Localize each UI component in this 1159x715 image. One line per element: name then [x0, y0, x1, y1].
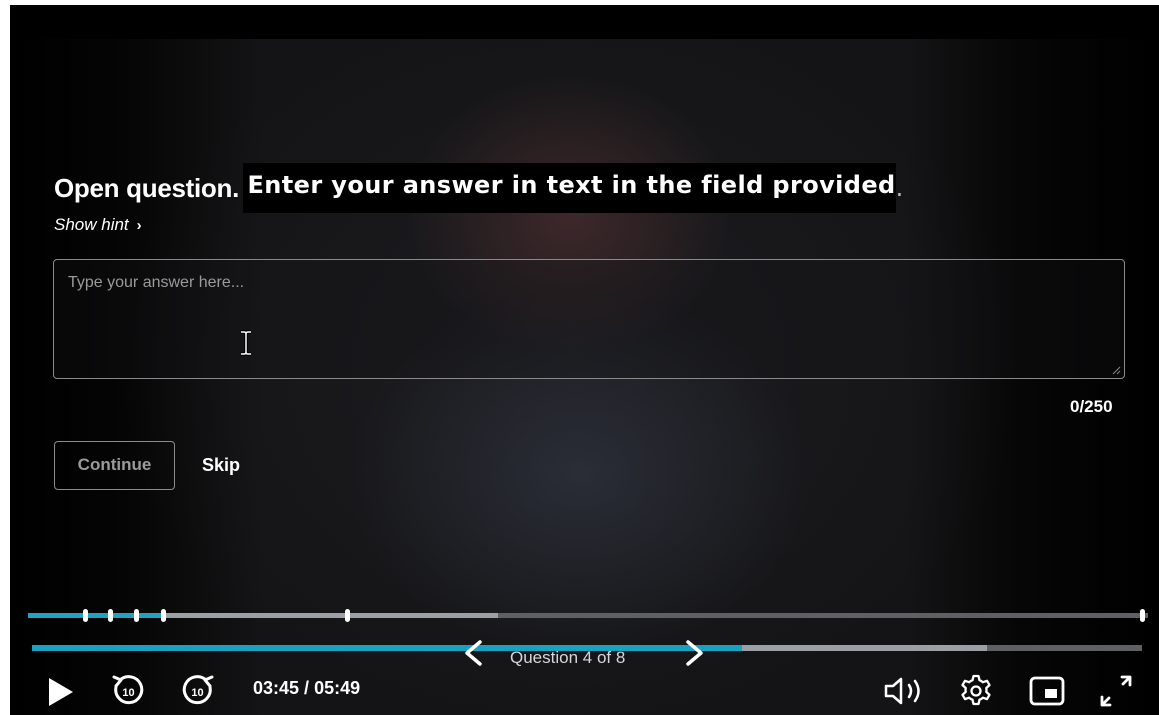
question-timeline[interactable]: [28, 613, 1148, 618]
continue-button[interactable]: Continue: [54, 441, 175, 490]
forward-10-button[interactable]: 10: [180, 673, 216, 709]
question-marker[interactable]: [134, 609, 139, 622]
answer-textarea[interactable]: Type your answer here...: [53, 259, 1125, 379]
video-player[interactable]: Open question. Enter your answer in text…: [10, 5, 1159, 715]
video-letterbox: [10, 5, 1159, 39]
question-marker[interactable]: [108, 609, 113, 622]
question-navigation-label: Question 4 of 8: [510, 648, 626, 667]
settings-icon[interactable]: [958, 673, 994, 709]
resize-handle-icon[interactable]: [1111, 365, 1121, 375]
page: Open question. Enter your answer in text…: [0, 0, 1159, 715]
rewind-10-icon: 10: [112, 675, 144, 705]
skip-button[interactable]: Skip: [202, 455, 240, 476]
rewind-10-button[interactable]: 10: [110, 673, 146, 709]
text-cursor-icon: [241, 330, 251, 356]
forward-10-label: 10: [191, 687, 203, 699]
duration: 05:49: [314, 678, 361, 698]
show-hint-label: Show hint: [54, 215, 129, 234]
question-heading: Open question. Enter your answer in text…: [54, 163, 904, 213]
rewind-10-label: 10: [122, 687, 134, 699]
time-display: 03:45 / 05:49: [253, 678, 360, 699]
question-marker[interactable]: [345, 609, 350, 622]
time-separator: /: [299, 678, 315, 698]
video-played-bar: [32, 645, 743, 651]
question-instruction-period: .: [895, 174, 904, 202]
question-marker[interactable]: [1140, 609, 1145, 622]
play-icon[interactable]: [46, 675, 76, 709]
current-time: 03:45: [253, 678, 300, 698]
chevron-left-icon[interactable]: [462, 638, 484, 668]
picture-in-picture-icon[interactable]: [1028, 675, 1066, 707]
show-hint-link[interactable]: Show hint ›: [54, 215, 142, 235]
question-timeline-progress: [28, 613, 163, 618]
question-instruction: Enter your answer in text in the field p…: [243, 163, 896, 213]
question-marker[interactable]: [161, 609, 166, 622]
volume-icon[interactable]: [882, 675, 930, 707]
chevron-right-icon[interactable]: [684, 638, 706, 668]
question-marker[interactable]: [83, 609, 88, 622]
question-type-label: Open question.: [54, 173, 240, 203]
character-counter: 0/250: [1070, 397, 1113, 416]
answer-placeholder: Type your answer here...: [68, 274, 245, 291]
forward-10-icon: 10: [182, 675, 214, 705]
fullscreen-icon[interactable]: [1096, 673, 1136, 709]
chevron-right-icon: ›: [136, 217, 142, 234]
